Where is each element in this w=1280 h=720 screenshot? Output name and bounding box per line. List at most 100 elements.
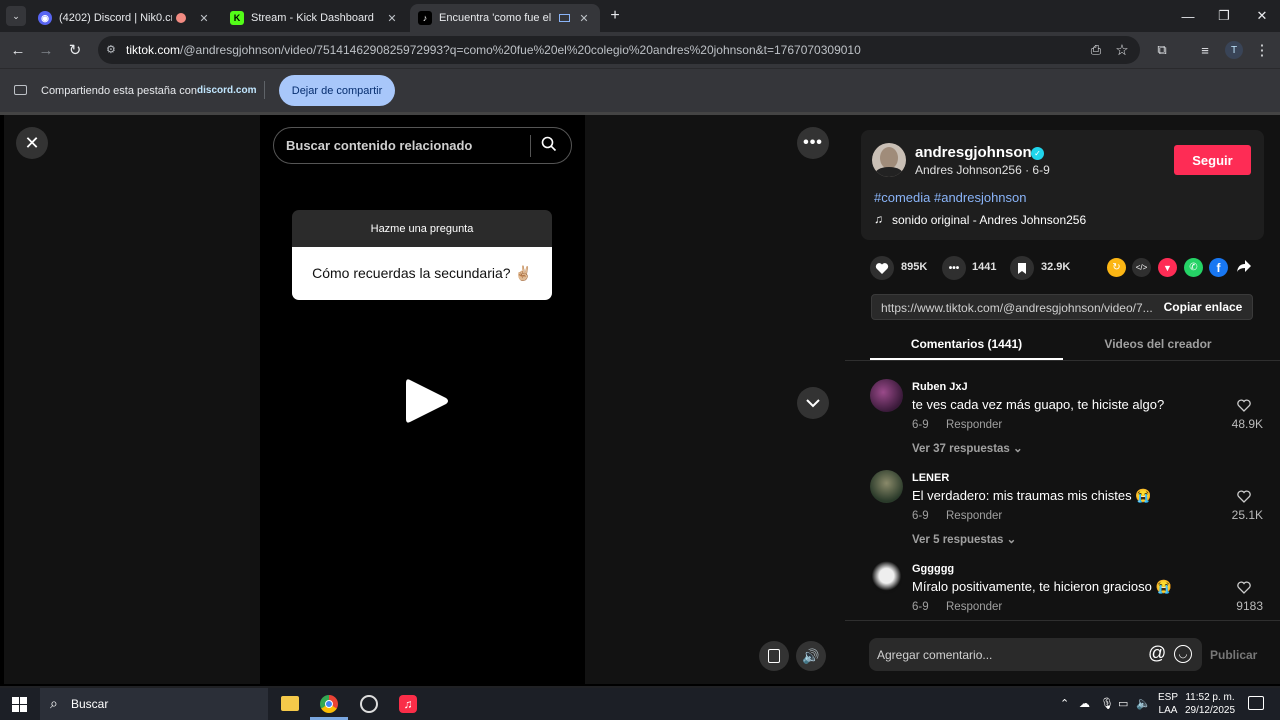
bookmark-star-icon[interactable]: ☆ [1110,32,1134,68]
more-options-icon[interactable]: ••• [797,127,829,159]
discord-icon: ◉ [38,11,52,25]
search-icon[interactable] [541,136,557,152]
comment-bubble-icon[interactable]: ••• [942,256,966,280]
tab-strip: ⌄ ◉ (4202) Discord | Nik0.cr, Jav ✕ K St… [0,0,1280,32]
tab-search-button[interactable]: ⌄ [6,6,26,26]
chrome-icon[interactable] [320,695,338,713]
stop-sharing-button[interactable]: Dejar de compartir [279,75,395,106]
language-indicator[interactable]: ESP LAA [1157,691,1179,717]
menu-kebab-icon[interactable]: ⋮ [1250,32,1274,68]
emoji-icon[interactable]: ◡ [1174,645,1192,663]
reply-button[interactable]: Responder [946,419,1002,431]
taskbar-search-box[interactable]: ⌕ Buscar [40,688,268,720]
volume-icon[interactable]: 🔊 [796,641,826,671]
follow-button[interactable]: Seguir [1174,145,1251,175]
whatsapp-icon[interactable]: ✆ [1184,258,1203,277]
bookmark-icon[interactable] [1010,256,1034,280]
windows-start-icon[interactable] [12,697,27,712]
tab-tiktok[interactable]: ♪ Encuentra 'como fue el cole ✕ [410,4,600,32]
close-window-button[interactable]: ✕ [1244,0,1280,32]
comment-like-count: 25.1K [1231,508,1263,522]
site-info-icon[interactable]: ⚙ [106,43,116,56]
related-search-bar[interactable]: Buscar contenido relacionado [273,127,572,164]
clock[interactable]: 11:52 p. m. 29/12/2025 [1182,691,1238,717]
windows-taskbar: ⌕ Buscar ♫ ⌃ ☁ 🎙 ▭ 🔈 ESP LAA 11:52 p. m.… [0,688,1280,720]
taskbar-search-label: Buscar [71,697,109,711]
author-username[interactable]: andresgjohnson [915,144,1032,161]
reply-button[interactable]: Responder [946,510,1002,522]
hashtags[interactable]: #comedia #andresjohnson [874,190,1027,205]
install-app-icon[interactable]: ⎙ [1084,32,1108,68]
tab-comments[interactable]: Comentarios (1441) [870,337,1063,351]
mention-icon[interactable]: @ [1148,643,1166,664]
commenter-name[interactable]: Gggggg [912,563,954,575]
video-link-url: https://www.tiktok.com/@andresgjohnson/v… [881,301,1153,315]
clock-time: 11:52 p. m. [1185,692,1235,703]
media-controls-icon[interactable]: ≡ [1193,32,1217,68]
share-arrow-icon[interactable] [1236,258,1254,276]
commenter-avatar[interactable] [870,379,903,412]
author-avatar[interactable] [872,143,906,177]
tab-discord[interactable]: ◉ (4202) Discord | Nik0.cr, Jav ✕ [30,4,220,32]
close-icon[interactable]: ✕ [384,12,400,25]
like-heart-icon[interactable] [870,256,894,280]
view-replies-button[interactable]: Ver 37 respuestas ⌄ [912,441,1023,455]
commenter-name[interactable]: Ruben JxJ [912,381,968,393]
close-icon[interactable]: ✕ [576,12,592,25]
repost-icon[interactable]: ↻ [1107,258,1126,277]
facebook-icon[interactable]: f [1209,258,1228,277]
view-replies-button[interactable]: Ver 5 respuestas ⌄ [912,532,1016,546]
music-note-icon: ♫ [874,212,883,226]
comment-like-heart-icon[interactable] [1237,490,1251,503]
tab-kick[interactable]: K Stream - Kick Dashboard ✕ [222,4,408,32]
reply-button[interactable]: Responder [946,601,1002,613]
commenter-avatar[interactable] [870,561,903,594]
notifications-icon[interactable] [1248,696,1264,710]
next-video-chevron-down-icon[interactable] [797,387,829,419]
back-arrow-icon[interactable]: ← [6,32,30,68]
comment-like-heart-icon[interactable] [1237,399,1251,412]
chevron-down-icon: ⌄ [1006,534,1017,546]
copy-link-button[interactable]: Copiar enlace [1153,295,1253,319]
onedrive-icon[interactable]: ☁ [1079,697,1090,710]
file-explorer-icon[interactable] [281,696,299,711]
speaker-icon[interactable]: 🔈 [1136,696,1151,710]
pip-icon[interactable] [759,641,789,671]
view-replies-label: Ver 37 respuestas [912,443,1010,455]
network-icon[interactable]: ▭ [1118,697,1128,710]
microphone-icon[interactable]: 🎙 [1100,697,1114,710]
comment-like-heart-icon[interactable] [1237,581,1251,594]
tray-chevron-up-icon[interactable]: ⌃ [1060,697,1069,710]
send-to-friends-icon[interactable]: ▼ [1158,258,1177,277]
commenter-avatar[interactable] [870,470,903,503]
address-bar[interactable]: ⚙ tiktok.com/@andresgjohnson/video/75141… [98,36,1140,64]
minimize-button[interactable]: — [1170,0,1206,32]
reload-icon[interactable]: ↻ [63,32,87,68]
sharing-text: Compartiendo esta pestaña con [41,85,197,97]
play-icon[interactable] [404,376,450,426]
cast-icon [14,85,27,95]
forward-arrow-icon[interactable]: → [34,32,58,68]
close-video-button[interactable]: ✕ [16,127,48,159]
new-tab-button[interactable]: + [606,7,624,25]
comment-date: 6-9 [912,601,929,613]
embed-code-icon[interactable]: </> [1132,258,1151,277]
tab-creator-videos[interactable]: Videos del creador [1063,337,1253,351]
publish-button[interactable]: Publicar [1210,648,1257,662]
likes-count: 895K [901,261,928,273]
close-icon[interactable]: ✕ [196,12,212,25]
comment-input[interactable]: Agregar comentario... @ ◡ [869,638,1202,671]
profile-avatar[interactable]: T [1225,41,1243,59]
commenter-name[interactable]: LENER [912,472,949,484]
itunes-icon[interactable]: ♫ [399,695,417,713]
restore-button[interactable]: ❐ [1206,0,1242,32]
sound-name[interactable]: sonido original - Andres Johnson256 [892,213,1086,227]
related-search-input[interactable]: Buscar contenido relacionado [286,138,472,153]
extensions-icon[interactable]: ⧉ [1150,32,1174,68]
comment-text: El verdadero: mis traumas mis chistes 😭 [912,488,1152,503]
comment-date: 6-9 [912,419,929,431]
comment-input-placeholder: Agregar comentario... [877,648,993,662]
question-card-text: Cómo recuerdas la secundaria? ✌🏼 [292,247,552,300]
comment-text: te ves cada vez más guapo, te hiciste al… [912,397,1165,412]
obs-icon[interactable] [360,695,378,713]
